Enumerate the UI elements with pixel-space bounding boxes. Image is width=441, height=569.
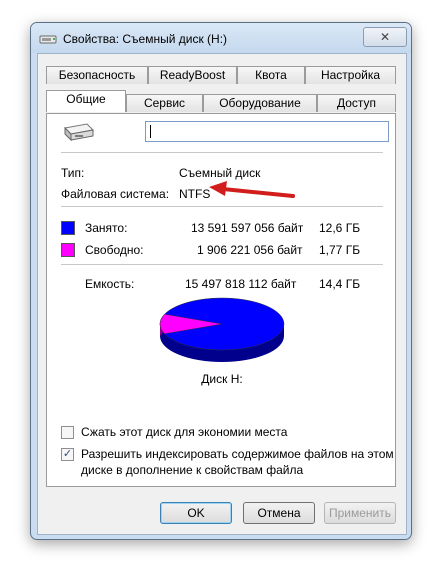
type-label: Тип: bbox=[61, 166, 85, 180]
properties-dialog: Свойства: Съемный диск (H:) ✕ Безопаснос… bbox=[30, 22, 412, 540]
free-label: Свободно: bbox=[85, 243, 144, 257]
dialog-client-area: Безопасность ReadyBoost Квота Настройка … bbox=[37, 53, 407, 535]
free-bytes: 1 906 221 056 байт bbox=[197, 243, 303, 257]
index-checkbox[interactable]: ✓ bbox=[61, 448, 74, 461]
used-label: Занято: bbox=[85, 221, 128, 235]
free-space-swatch bbox=[61, 243, 75, 257]
tab-sharing[interactable]: Доступ bbox=[317, 94, 396, 112]
close-icon: ✕ bbox=[379, 30, 391, 44]
capacity-label: Емкость: bbox=[85, 277, 135, 291]
capacity-size: 14,4 ГБ bbox=[319, 277, 361, 291]
tab-general[interactable]: Общие bbox=[46, 90, 126, 112]
ok-button[interactable]: OK bbox=[160, 502, 232, 524]
separator bbox=[61, 264, 383, 265]
capacity-bytes: 15 497 818 112 байт bbox=[185, 277, 297, 291]
disk-label: Диск H: bbox=[201, 372, 243, 386]
cancel-button[interactable]: Отмена bbox=[243, 502, 315, 524]
removable-drive-icon bbox=[39, 35, 57, 44]
compress-checkbox[interactable] bbox=[61, 426, 74, 439]
tab-tools[interactable]: Сервис bbox=[126, 94, 203, 112]
tab-customize[interactable]: Настройка bbox=[305, 66, 396, 84]
used-bytes: 13 591 597 056 байт bbox=[191, 221, 304, 235]
drive-icon bbox=[63, 123, 95, 142]
index-check-mark: ✓ bbox=[62, 448, 73, 460]
separator bbox=[61, 206, 383, 207]
tab-quota[interactable]: Квота bbox=[237, 66, 305, 84]
type-value: Съемный диск bbox=[179, 166, 261, 180]
general-tab-panel: Тип: Съемный диск Файловая система: NTFS… bbox=[46, 113, 396, 487]
filesystem-label: Файловая система: bbox=[61, 187, 170, 201]
separator bbox=[61, 152, 383, 153]
title-bar[interactable]: Свойства: Съемный диск (H:) ✕ bbox=[31, 23, 411, 53]
red-arrow-annotation bbox=[209, 181, 295, 198]
free-size: 1,77 ГБ bbox=[319, 243, 361, 257]
window-title: Свойства: Съемный диск (H:) bbox=[63, 32, 228, 46]
apply-button[interactable]: Применить bbox=[324, 502, 396, 524]
tab-hardware[interactable]: Оборудование bbox=[203, 94, 317, 112]
volume-name-input[interactable] bbox=[145, 121, 389, 142]
close-button[interactable]: ✕ bbox=[363, 27, 407, 47]
index-label-line2[interactable]: диске в дополнение к свойствам файла bbox=[81, 463, 303, 477]
disk-usage-pie-chart bbox=[159, 297, 285, 362]
index-label-line1[interactable]: Разрешить индексировать содержимое файло… bbox=[81, 447, 394, 461]
compress-label[interactable]: Сжать этот диск для экономии места bbox=[81, 425, 287, 439]
used-size: 12,6 ГБ bbox=[319, 221, 361, 235]
tab-security[interactable]: Безопасность bbox=[46, 66, 148, 84]
filesystem-value: NTFS bbox=[179, 187, 211, 201]
used-space-swatch bbox=[61, 221, 75, 235]
text-caret bbox=[150, 125, 151, 138]
tab-readyboost[interactable]: ReadyBoost bbox=[148, 66, 237, 84]
